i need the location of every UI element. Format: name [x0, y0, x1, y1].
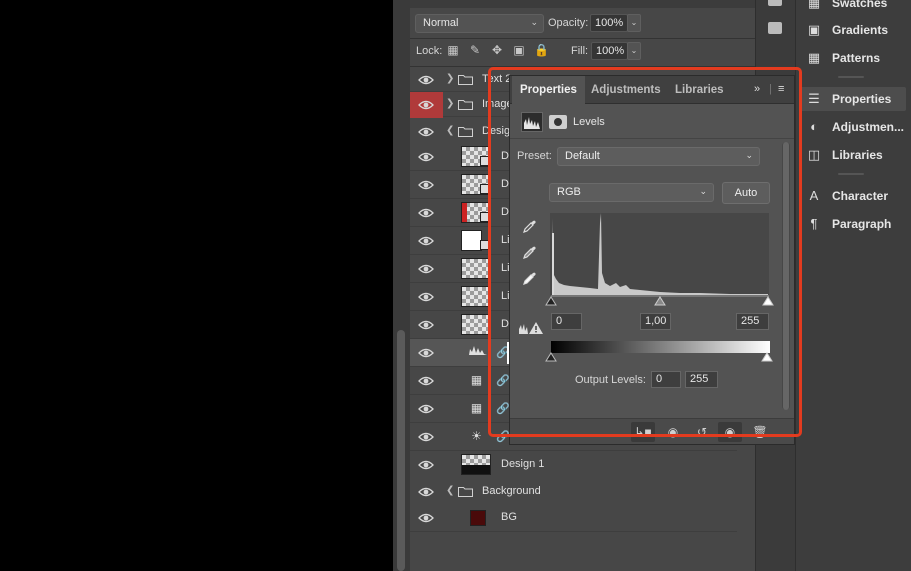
dock-item-label: Libraries [832, 148, 883, 162]
dock-top-icon[interactable] [768, 0, 782, 6]
visibility-eye-icon[interactable] [418, 291, 434, 303]
color-fill-thumbnail[interactable] [470, 510, 486, 526]
document-canvas[interactable] [0, 0, 393, 571]
gradients-icon: ▣ [807, 22, 821, 37]
patterns-icon: ▦ [807, 50, 821, 65]
chevron-right-icon[interactable]: ❯ [446, 98, 454, 109]
character-icon: A [809, 188, 819, 203]
libraries-icon: ◫ [807, 147, 821, 162]
visibility-eye-icon[interactable] [418, 431, 434, 443]
blend-mode-value: Normal [423, 17, 459, 29]
paragraph-icon: ¶ [810, 216, 818, 231]
dock-item-swatches[interactable]: ▦ Swatches [800, 0, 906, 15]
visibility-eye-icon[interactable] [418, 347, 434, 359]
dock-item-label: Gradients [832, 23, 889, 37]
layer-row[interactable]: Design 1 [410, 451, 737, 479]
lock-move-icon[interactable]: ✥ [490, 43, 504, 57]
folder-icon [458, 486, 473, 497]
layer-row[interactable]: ❮ Background [410, 478, 737, 506]
visibility-eye-icon[interactable] [418, 99, 434, 111]
grid-adjustment-icon[interactable]: ▦ [468, 400, 485, 417]
dock-item-label: Swatches [832, 0, 888, 10]
photoshop-window: Normal ⌄ Opacity: 100% ⌄ Lock: ▦ ✎ ✥ ▣ 🔒… [0, 0, 911, 571]
swatches-icon: ▦ [807, 0, 821, 10]
dock-item-patterns[interactable]: ▦ Patterns [800, 46, 906, 70]
dock-group-separator[interactable] [838, 76, 864, 78]
folder-icon [458, 126, 473, 137]
layer-row[interactable]: BG [410, 504, 737, 532]
layer-name[interactable]: Design 1 [501, 458, 544, 470]
visibility-eye-icon[interactable] [418, 319, 434, 331]
grid-adjustment-icon[interactable]: ▦ [468, 372, 485, 389]
comment-icon[interactable] [768, 22, 782, 34]
layer-name[interactable]: Background [482, 485, 541, 497]
lock-label: Lock: [416, 45, 443, 57]
dock-item-label: Properties [832, 92, 892, 106]
layer-thumbnail[interactable] [461, 258, 491, 279]
visibility-eye-icon[interactable] [418, 235, 434, 247]
visibility-eye-icon[interactable] [418, 207, 434, 219]
visibility-eye-icon[interactable] [418, 512, 434, 524]
visibility-eye-icon[interactable] [418, 263, 434, 275]
dock-item-label: Paragraph [832, 217, 892, 231]
opacity-field[interactable]: 100% [590, 14, 628, 32]
blend-mode-select[interactable]: Normal ⌄ [415, 14, 544, 33]
visibility-eye-icon[interactable] [418, 375, 434, 387]
properties-icon: ☰ [808, 91, 820, 106]
dock-item-properties[interactable]: ☰ Properties [800, 87, 906, 111]
layer-name[interactable]: BG [501, 511, 517, 523]
lock-brush-icon[interactable]: ✎ [468, 43, 482, 57]
chevron-right-icon[interactable]: ❯ [446, 73, 454, 84]
visibility-eye-icon[interactable] [418, 74, 434, 86]
lock-all-icon[interactable]: 🔒 [534, 43, 549, 57]
layers-scrollbar-thumb[interactable] [397, 330, 405, 571]
lock-transparent-icon[interactable]: ▦ [446, 43, 460, 57]
brightness-icon[interactable]: ☀ [468, 428, 485, 445]
levels-icon[interactable] [467, 344, 489, 361]
dock-item-character[interactable]: A Character [800, 184, 906, 208]
chevron-down-icon[interactable]: ❮ [446, 485, 454, 496]
adjustments-icon: ◐ [810, 119, 818, 134]
layer-thumbnail[interactable] [461, 230, 482, 251]
visibility-eye-icon[interactable] [418, 151, 434, 163]
dock-item-label: Patterns [832, 51, 881, 65]
dock-item-label: Adjustmen... [832, 120, 905, 134]
dock-item-paragraph[interactable]: ¶ Paragraph [800, 212, 906, 236]
visibility-eye-icon[interactable] [418, 459, 434, 471]
highlight-box [488, 67, 802, 437]
chevron-down-icon[interactable]: ❮ [446, 125, 454, 136]
dock-item-label: Character [832, 189, 889, 203]
dock-group-separator[interactable] [838, 173, 864, 175]
dock-item-libraries[interactable]: ◫ Libraries [800, 143, 906, 167]
fill-field[interactable]: 100% [591, 42, 628, 60]
design-thumb-shape [462, 465, 490, 474]
opacity-chevron-icon[interactable]: ⌄ [627, 14, 641, 32]
layer-thumbnail[interactable] [461, 314, 491, 335]
divider [410, 38, 755, 39]
folder-icon [458, 74, 473, 85]
fill-label: Fill: [571, 45, 589, 57]
layer-thumbnail[interactable] [461, 286, 491, 307]
layers-scrollbar[interactable] [393, 0, 410, 571]
opacity-label: Opacity: [548, 17, 589, 29]
visibility-eye-icon[interactable] [418, 403, 434, 415]
visibility-eye-icon[interactable] [418, 126, 434, 138]
visibility-eye-icon[interactable] [418, 179, 434, 191]
dock-panel-list [795, 0, 911, 571]
fill-chevron-icon[interactable]: ⌄ [627, 42, 641, 60]
folder-icon [458, 99, 473, 110]
chevron-down-icon: ⌄ [530, 17, 538, 27]
lock-artboard-icon[interactable]: ▣ [512, 43, 526, 57]
dock-item-gradients[interactable]: ▣ Gradients [800, 18, 906, 42]
red-accent-thumb [462, 203, 467, 222]
dock-item-adjustmen[interactable]: ◐ Adjustmen... [800, 115, 906, 139]
layers-toolbar-top [410, 0, 755, 8]
visibility-eye-icon[interactable] [418, 486, 434, 498]
